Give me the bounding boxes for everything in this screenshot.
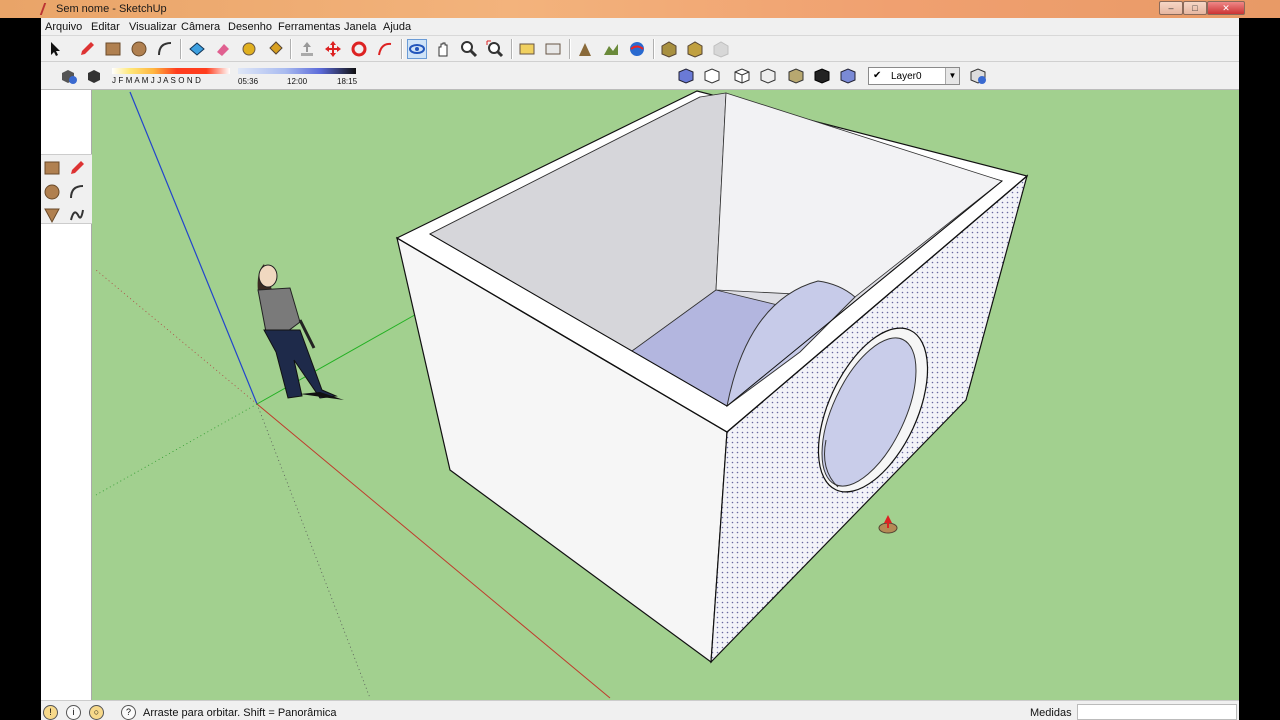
circle-icon[interactable] bbox=[129, 39, 149, 59]
right-margin bbox=[1239, 0, 1280, 720]
menu-ferramentas[interactable]: Ferramentas bbox=[278, 21, 340, 33]
paint-bucket-icon[interactable] bbox=[265, 39, 285, 59]
front-view-icon[interactable] bbox=[732, 66, 752, 86]
drawing-tools-group bbox=[41, 154, 92, 224]
circle-tool-icon[interactable] bbox=[42, 182, 62, 202]
secondary-toolbar bbox=[41, 62, 1239, 90]
follow-me-icon[interactable] bbox=[375, 39, 395, 59]
tape-measure-icon[interactable] bbox=[239, 39, 259, 59]
sketchup-window: Sem nome - SketchUp – □ ✕ Arquivo Editar… bbox=[0, 0, 1280, 720]
measures-field[interactable] bbox=[1077, 704, 1237, 720]
top-view-icon[interactable] bbox=[702, 66, 722, 86]
model-scene[interactable] bbox=[92, 90, 1239, 700]
maximize-button[interactable]: □ bbox=[1183, 1, 1207, 15]
shaded-view-icon[interactable] bbox=[786, 66, 806, 86]
textured-view-icon[interactable] bbox=[812, 66, 832, 86]
measures-label: Medidas bbox=[1030, 707, 1072, 719]
orbit-cursor-icon bbox=[878, 515, 898, 534]
shadow-date-slider[interactable] bbox=[112, 68, 230, 74]
google-earth-icon[interactable] bbox=[627, 39, 647, 59]
next-view-icon[interactable] bbox=[543, 39, 563, 59]
geolocation-icon[interactable]: ! bbox=[43, 705, 58, 720]
close-button[interactable]: ✕ bbox=[1207, 1, 1245, 15]
zoom-icon[interactable] bbox=[459, 39, 479, 59]
previous-view-icon[interactable] bbox=[517, 39, 537, 59]
toggle-terrain-icon[interactable] bbox=[601, 39, 621, 59]
time-mid-label: 12:00 bbox=[287, 77, 308, 86]
share-component-icon[interactable] bbox=[711, 39, 731, 59]
title-bar: Sem nome - SketchUp – □ ✕ bbox=[0, 0, 1280, 18]
status-message: Arraste para orbitar. Shift = Panorâmica bbox=[143, 707, 337, 719]
eraser-icon[interactable] bbox=[213, 39, 233, 59]
toolbar-separator bbox=[511, 39, 513, 59]
window-title: Sem nome - SketchUp bbox=[56, 3, 167, 15]
arc-tool-icon[interactable] bbox=[67, 182, 87, 202]
status-bar: ! i ○ ? Arraste para orbitar. Shift = Pa… bbox=[41, 700, 1239, 720]
chevron-down-icon[interactable]: ▼ bbox=[945, 68, 959, 84]
blue-axis-negative bbox=[256, 403, 371, 699]
time-start-label: 05:36 bbox=[238, 77, 259, 86]
toolbar-separator bbox=[401, 39, 403, 59]
monochrome-view-icon[interactable] bbox=[838, 66, 858, 86]
menu-visualizar[interactable]: Visualizar bbox=[129, 21, 177, 33]
time-end-label: 18:15 bbox=[337, 77, 358, 86]
make-component-icon[interactable] bbox=[187, 39, 207, 59]
active-layer-check: ✔ bbox=[873, 70, 882, 81]
red-axis-negative bbox=[95, 269, 258, 405]
pencil-icon[interactable] bbox=[77, 39, 97, 59]
orbit-icon[interactable] bbox=[407, 39, 427, 59]
3d-viewport[interactable] bbox=[92, 90, 1239, 700]
menu-janela[interactable]: Janela bbox=[344, 21, 376, 33]
freehand-tool-icon[interactable] bbox=[67, 205, 87, 225]
shadow-time-slider[interactable] bbox=[238, 68, 356, 74]
menu-bar: Arquivo Editar Visualizar Câmera Desenho… bbox=[41, 18, 1239, 36]
shadow-settings-icon[interactable] bbox=[58, 66, 78, 86]
green-axis-negative bbox=[95, 403, 258, 496]
line-tool-icon[interactable] bbox=[67, 158, 87, 178]
display-shadows-icon[interactable] bbox=[84, 66, 104, 86]
left-tool-palette bbox=[41, 90, 92, 700]
menu-camera[interactable]: Câmera bbox=[181, 21, 220, 33]
menu-desenho[interactable]: Desenho bbox=[228, 21, 272, 33]
polygon-tool-icon[interactable] bbox=[42, 205, 62, 225]
menu-arquivo[interactable]: Arquivo bbox=[45, 21, 82, 33]
rotate-icon[interactable] bbox=[349, 39, 369, 59]
blue-axis bbox=[129, 91, 258, 405]
add-location-icon[interactable] bbox=[575, 39, 595, 59]
right-view-icon[interactable] bbox=[758, 66, 778, 86]
move-icon[interactable] bbox=[323, 39, 343, 59]
iso-view-icon[interactable] bbox=[676, 66, 696, 86]
menu-editar[interactable]: Editar bbox=[91, 21, 120, 33]
arc-icon[interactable] bbox=[155, 39, 175, 59]
toolbar-separator bbox=[569, 39, 571, 59]
main-toolbar bbox=[41, 36, 1239, 62]
toolbar-separator bbox=[653, 39, 655, 59]
menu-ajuda[interactable]: Ajuda bbox=[383, 21, 411, 33]
layer-manager-icon[interactable] bbox=[968, 66, 988, 86]
get-models-icon[interactable] bbox=[659, 39, 679, 59]
rectangle-icon[interactable] bbox=[103, 39, 123, 59]
minimize-button[interactable]: – bbox=[1159, 1, 1183, 15]
pan-icon[interactable] bbox=[433, 39, 453, 59]
user-icon[interactable]: ○ bbox=[89, 705, 104, 720]
share-model-icon[interactable] bbox=[685, 39, 705, 59]
layer-name: Layer0 bbox=[891, 71, 922, 82]
layer-selector[interactable]: ✔ Layer0 ▼ bbox=[868, 67, 960, 85]
toolbar-separator bbox=[180, 39, 182, 59]
push-pull-icon[interactable] bbox=[297, 39, 317, 59]
left-margin bbox=[0, 0, 41, 720]
instructor-icon[interactable]: ? bbox=[121, 705, 136, 720]
zoom-extents-icon[interactable] bbox=[485, 39, 505, 59]
shadow-months-label: J F M A M J J A S O N D bbox=[112, 76, 201, 85]
select-icon[interactable] bbox=[45, 39, 65, 59]
rectangle-tool-icon[interactable] bbox=[42, 158, 62, 178]
toolbar-separator bbox=[290, 39, 292, 59]
credits-icon[interactable]: i bbox=[66, 705, 81, 720]
sketchup-logo-icon bbox=[39, 3, 55, 15]
